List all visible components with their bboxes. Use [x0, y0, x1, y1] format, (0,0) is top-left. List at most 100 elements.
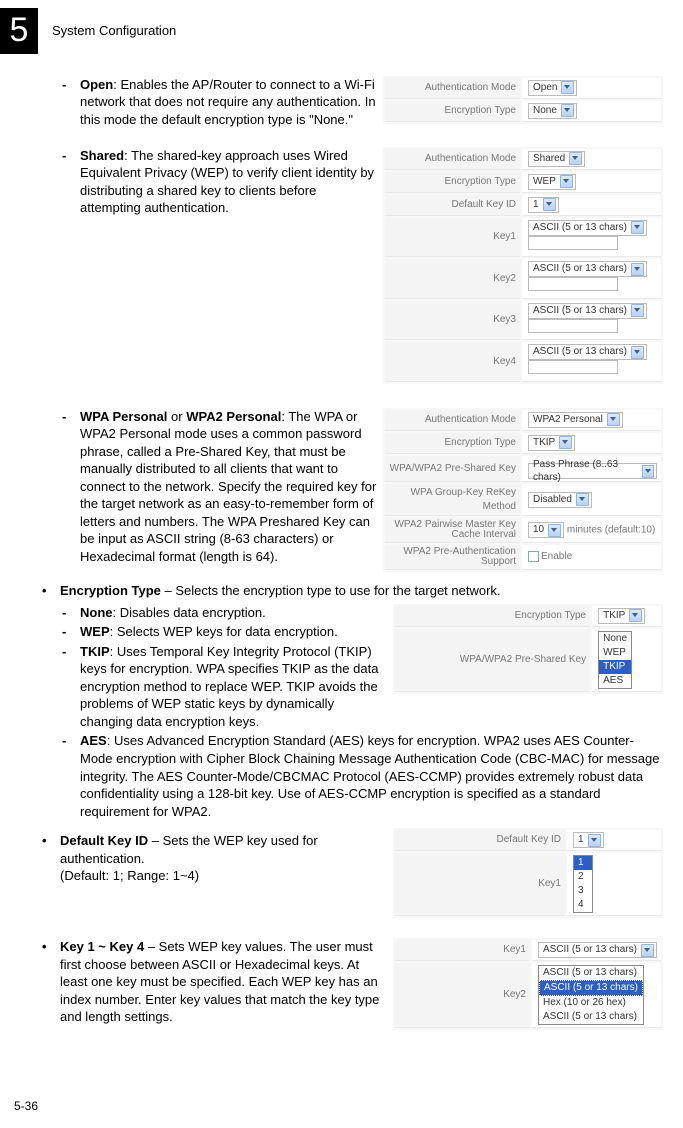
page-content: Authentication Mode Open Encryption Type…: [0, 70, 683, 1032]
bullet-dot: •: [42, 938, 60, 956]
chevron-down-icon: [631, 304, 644, 317]
enc-option-tkip[interactable]: TKIP: [599, 660, 631, 674]
table-row: Default Key ID1: [385, 195, 661, 216]
dropdown-key3[interactable]: ASCII (5 or 13 chars): [528, 303, 647, 319]
chapter-number: 5: [0, 8, 38, 54]
screenshot-default-key: Default Key ID1 Key1 1 2 3 4: [393, 828, 663, 918]
bullet-dash: -: [62, 408, 80, 426]
table-row: Encryption TypeTKIP: [395, 606, 661, 627]
chevron-down-icon: [631, 263, 644, 276]
checkbox-preauth[interactable]: [528, 551, 539, 562]
enc-option-aes[interactable]: AES: [599, 674, 631, 688]
bullet-dot: •: [42, 832, 60, 850]
item-key14-text: Key 1 ~ Key 4 – Sets WEP key values. The…: [60, 938, 387, 1026]
table-row: Encryption TypeWEP: [385, 172, 661, 193]
key14-option-hex[interactable]: Hex (10 or 26 hex): [539, 996, 643, 1010]
label-enc-type: Encryption Type: [385, 101, 520, 122]
key14-option-ascii[interactable]: ASCII (5 or 13 chars): [539, 966, 643, 980]
enc-option-none[interactable]: None: [599, 632, 631, 646]
screenshot-enc-type: Encryption TypeTKIP WPA/WPA2 Pre-Shared …: [393, 604, 663, 694]
table-row: Key2ASCII (5 or 13 chars): [385, 259, 661, 299]
chevron-down-icon: [642, 465, 654, 478]
item-default-key-id: Default Key ID1 Key1 1 2 3 4 • Default K…: [42, 828, 663, 920]
dropdown-auth-mode[interactable]: Shared: [528, 151, 585, 167]
dropdown-key1[interactable]: ASCII (5 or 13 chars): [528, 220, 647, 236]
table-row: Encryption TypeTKIP: [385, 433, 661, 454]
input-key3[interactable]: [528, 319, 618, 333]
item-wpa: Authentication ModeWPA2 Personal Encrypt…: [42, 408, 663, 575]
defkey-option-4[interactable]: 4: [574, 898, 592, 912]
item-open-text: Open: Enables the AP/Router to connect t…: [80, 76, 377, 129]
chevron-down-icon: [631, 346, 644, 359]
chevron-down-icon: [560, 175, 573, 188]
key14-option-ascii2[interactable]: ASCII (5 or 13 chars): [539, 1010, 643, 1024]
item-tkip-text: TKIP: Uses Temporal Key Integrity Protoc…: [80, 643, 387, 731]
table-row: WPA2 Pre-Authentication SupportEnable: [385, 545, 661, 570]
dropdown-enc-type[interactable]: None: [528, 103, 577, 119]
dropdown-default-key[interactable]: 1: [573, 832, 604, 848]
input-key4[interactable]: [528, 360, 618, 374]
chevron-down-icon: [561, 104, 574, 117]
item-shared: Authentication ModeShared Encryption Typ…: [42, 147, 663, 386]
value-auth-mode: Open: [522, 78, 661, 99]
table-row: WPA/WPA2 Pre-Shared Key None WEP TKIP AE…: [395, 629, 661, 692]
page-number: 5-36: [14, 1098, 38, 1114]
item-open: Authentication Mode Open Encryption Type…: [42, 76, 663, 131]
defkey-option-3[interactable]: 3: [574, 884, 592, 898]
dropdown-enc-type[interactable]: WEP: [528, 174, 576, 190]
bullet-dot: •: [42, 582, 60, 600]
chevron-down-icon: [561, 81, 574, 94]
chevron-down-icon: [607, 413, 620, 426]
chevron-down-icon: [588, 834, 601, 847]
dropdown-default-key[interactable]: 1: [528, 197, 559, 213]
table-row: WPA/WPA2 Pre-Shared KeyPass Phrase (8..6…: [385, 456, 661, 483]
defkey-options-open[interactable]: 1 2 3 4: [573, 855, 593, 913]
item-key1-key4: Key1ASCII (5 or 13 chars) Key2 ASCII (5 …: [42, 938, 663, 1032]
defkey-option-1[interactable]: 1: [574, 856, 592, 870]
enc-option-wep[interactable]: WEP: [599, 646, 631, 660]
input-key1[interactable]: [528, 236, 618, 250]
dropdown-enc-type[interactable]: TKIP: [528, 435, 575, 451]
chevron-down-icon: [641, 944, 654, 957]
item-default-key-text: Default Key ID – Sets the WEP key used f…: [60, 832, 387, 885]
dropdown-key1[interactable]: ASCII (5 or 13 chars): [538, 942, 657, 958]
item-wpa-text: WPA Personal or WPA2 Personal: The WPA o…: [80, 408, 377, 566]
bullet-dash: -: [62, 147, 80, 165]
chevron-down-icon: [548, 524, 561, 537]
table-row: WPA2 Pairwise Master Key Cache Interval1…: [385, 518, 661, 543]
dropdown-auth-mode[interactable]: WPA2 Personal: [528, 412, 623, 428]
item-wep-text: WEP: Selects WEP keys for data encryptio…: [80, 623, 387, 641]
key14-options-open[interactable]: ASCII (5 or 13 chars) ASCII (5 or 13 cha…: [538, 965, 644, 1025]
table-row: Authentication Mode Open: [385, 78, 661, 99]
table-row: Encryption Type None: [385, 101, 661, 122]
table-row: Authentication ModeShared: [385, 149, 661, 170]
table-row: WPA Group-Key ReKey MethodDisabled: [385, 484, 661, 516]
chevron-down-icon: [629, 609, 642, 622]
item-encryption-type: • Encryption Type – Selects the encrypti…: [42, 582, 663, 600]
dropdown-pmk-interval[interactable]: 10: [528, 522, 564, 538]
chapter-title: System Configuration: [52, 22, 176, 40]
key14-option-ascii-sel[interactable]: ASCII (5 or 13 chars): [539, 980, 643, 996]
item-shared-text: Shared: The shared-key approach uses Wir…: [80, 147, 377, 217]
table-row: Key1ASCII (5 or 13 chars): [385, 218, 661, 258]
table-row: Key1ASCII (5 or 13 chars): [395, 940, 661, 961]
table-row: Authentication ModeWPA2 Personal: [385, 410, 661, 431]
input-key2[interactable]: [528, 277, 618, 291]
dropdown-psk[interactable]: Pass Phrase (8..63 chars): [528, 463, 657, 479]
table-row: Default Key ID1: [395, 830, 661, 851]
dropdown-enc-type[interactable]: TKIP: [598, 608, 645, 624]
table-row: Key2 ASCII (5 or 13 chars) ASCII (5 or 1…: [395, 963, 661, 1028]
enc-sublist: Encryption TypeTKIP WPA/WPA2 Pre-Shared …: [42, 604, 663, 823]
dropdown-auth-mode[interactable]: Open: [528, 80, 577, 96]
bullet-dash: -: [62, 76, 80, 94]
dropdown-key4[interactable]: ASCII (5 or 13 chars): [528, 344, 647, 360]
bullet-dash: -: [62, 623, 80, 641]
screenshot-key14: Key1ASCII (5 or 13 chars) Key2 ASCII (5 …: [393, 938, 663, 1030]
chevron-down-icon: [631, 221, 644, 234]
enc-options-open[interactable]: None WEP TKIP AES: [598, 631, 632, 689]
dropdown-rekey[interactable]: Disabled: [528, 492, 592, 508]
item-aes-text: AES: Uses Advanced Encryption Standard (…: [80, 732, 663, 820]
defkey-option-2[interactable]: 2: [574, 870, 592, 884]
dropdown-key2[interactable]: ASCII (5 or 13 chars): [528, 261, 647, 277]
chapter-header: 5 System Configuration: [0, 0, 683, 70]
